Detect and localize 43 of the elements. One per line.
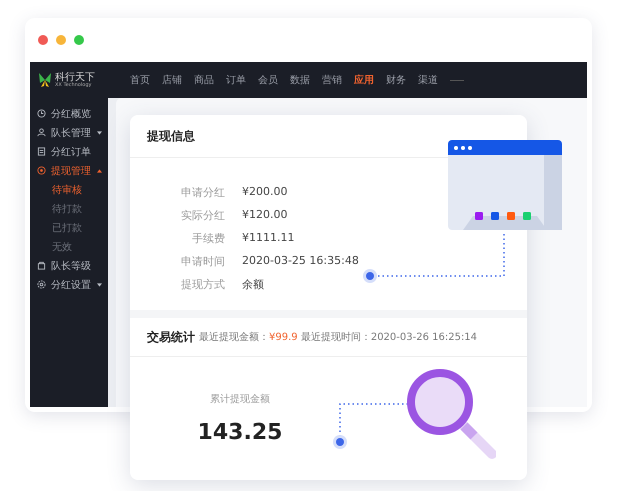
nav-item[interactable]: 首页 xyxy=(130,73,150,87)
sidebar-item[interactable]: 提现管理 xyxy=(30,161,108,180)
nav-item[interactable]: 财务 xyxy=(386,73,406,87)
menu-icon xyxy=(37,280,46,289)
sidebar-subitem[interactable]: 待审核 xyxy=(30,180,108,199)
card-title: 提现信息 xyxy=(147,128,195,144)
nav-item[interactable]: 营销 xyxy=(322,73,342,87)
field-label: 手续费 xyxy=(191,231,225,246)
sidebar-item[interactable]: 队长等级 xyxy=(30,256,108,275)
menu-icon xyxy=(37,128,46,137)
field-label: 申请时间 xyxy=(180,254,225,269)
butterfly-logo-icon xyxy=(38,72,52,88)
field-label: 实际分红 xyxy=(180,208,225,223)
nav-item[interactable]: 应用 xyxy=(354,73,374,87)
field-value: 2020-03-25 16:35:48 xyxy=(242,254,360,269)
field-value: ¥1111.11 xyxy=(242,231,296,246)
menu-icon xyxy=(37,147,46,156)
nav-item[interactable]: 店铺 xyxy=(162,73,182,87)
total-amount: 143.25 xyxy=(198,420,282,445)
nav-item[interactable]: 订单 xyxy=(226,73,246,87)
field-label: 申请分红 xyxy=(180,185,225,200)
sidebar-item[interactable]: 分红概览 xyxy=(30,104,108,123)
field-label: 提现方式 xyxy=(180,277,225,292)
stats-title: 交易统计 xyxy=(147,328,195,346)
nav-item[interactable]: 会员 xyxy=(258,73,278,87)
logo-name: 科行天下 xyxy=(55,72,95,83)
menu-icon xyxy=(37,109,46,118)
sidebar-item[interactable]: 分红订单 xyxy=(30,142,108,161)
field-value: ¥200.00 xyxy=(242,185,288,200)
total-label: 累计提现金额 xyxy=(210,392,270,406)
sidebar-subitem[interactable]: 已打款 xyxy=(30,218,108,237)
nav-item[interactable]: 商品 xyxy=(194,73,214,87)
sidebar-item[interactable]: 队长管理 xyxy=(30,123,108,142)
field-value: 余额 xyxy=(242,277,265,292)
menu-icon xyxy=(37,166,46,175)
field-value: ¥120.00 xyxy=(242,208,288,223)
stats-summary: 最近提现金额：¥99.9 最近提现时间：2020-03-26 16:25:14 xyxy=(199,330,478,344)
sidebar-item[interactable]: 分红设置 xyxy=(30,275,108,294)
sidebar-subitem[interactable]: 待打款 xyxy=(30,199,108,218)
nav-item[interactable]: 渠道 xyxy=(418,73,438,87)
nav-item[interactable]: 数据 xyxy=(290,73,310,87)
sidebar-subitem[interactable]: 无效 xyxy=(30,237,108,256)
menu-icon xyxy=(37,261,46,270)
